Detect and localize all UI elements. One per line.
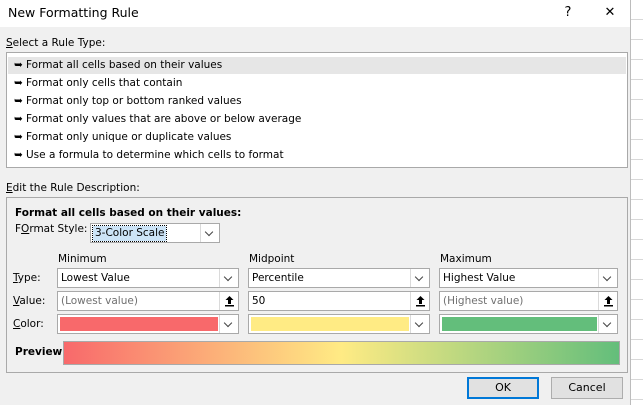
minimum-type-dropdown[interactable]: Lowest Value	[57, 268, 239, 288]
chevron-down-icon[interactable]	[598, 315, 617, 333]
collapse-dialog-icon[interactable]	[410, 292, 429, 310]
help-button[interactable]: ?	[557, 2, 579, 24]
maximum-color-picker[interactable]	[439, 314, 618, 334]
rule-description-label: Edit the Rule Description:	[6, 182, 140, 194]
ok-button[interactable]: OK	[467, 377, 539, 399]
close-button[interactable]: ✕	[599, 2, 621, 24]
chevron-down-icon[interactable]	[219, 269, 238, 287]
type-row-label: Type:	[13, 272, 41, 284]
chevron-down-icon[interactable]	[598, 269, 617, 287]
chevron-down-icon[interactable]	[200, 224, 219, 242]
color-scale-preview	[63, 341, 620, 365]
minimum-color-swatch	[60, 317, 218, 331]
arrow-right-icon: ➥	[14, 113, 23, 125]
value-row-label: Value:	[13, 295, 46, 307]
column-header-maximum: Maximum	[440, 253, 492, 265]
maximum-color-swatch	[442, 317, 597, 331]
rule-item-above-below-average[interactable]: ➥ Format only values that are above or be…	[8, 111, 626, 128]
midpoint-value: 50	[252, 295, 266, 307]
chevron-down-icon[interactable]	[219, 315, 238, 333]
preview-label: Preview:	[15, 346, 67, 358]
background-spreadsheet	[630, 0, 643, 405]
chevron-down-icon[interactable]	[410, 269, 429, 287]
maximum-value-field[interactable]: (Highest value)	[439, 291, 618, 311]
dialog-title: New Formatting Rule	[8, 5, 139, 20]
maximum-value-placeholder: (Highest value)	[443, 295, 524, 307]
minimum-value-field[interactable]: (Lowest value)	[57, 291, 239, 311]
collapse-dialog-icon[interactable]	[598, 292, 617, 310]
column-header-midpoint: Midpoint	[249, 253, 295, 265]
arrow-right-icon: ➥	[14, 149, 23, 161]
collapse-dialog-icon[interactable]	[219, 292, 238, 310]
midpoint-color-picker[interactable]	[248, 314, 430, 334]
midpoint-type-dropdown[interactable]: Percentile	[248, 268, 430, 288]
column-header-minimum: Minimum	[58, 253, 107, 265]
rule-item-all-cells[interactable]: ➥ Format all cells based on their values	[8, 57, 626, 74]
format-style-label: FOrmat Style:	[15, 223, 88, 235]
maximum-type-dropdown[interactable]: Highest Value	[439, 268, 618, 288]
format-style-value: 3-Color Scale	[91, 225, 168, 242]
arrow-right-icon: ➥	[14, 77, 23, 89]
midpoint-value-field[interactable]: 50	[248, 291, 430, 311]
color-row-label: Color:	[13, 318, 44, 330]
cancel-button[interactable]: Cancel	[551, 377, 623, 399]
format-style-dropdown[interactable]: 3-Color Scale	[90, 223, 220, 243]
rule-item-unique-duplicate[interactable]: ➥ Format only unique or duplicate values	[8, 129, 626, 146]
description-heading: Format all cells based on their values:	[15, 207, 242, 219]
title-bar: New Formatting Rule ? ✕	[0, 0, 630, 27]
midpoint-color-swatch	[251, 317, 409, 331]
new-formatting-rule-dialog: New Formatting Rule ? ✕ Select a Rule Ty…	[0, 0, 631, 405]
minimum-color-picker[interactable]	[57, 314, 239, 334]
rule-type-label: Select a Rule Type:	[6, 37, 106, 49]
rule-type-list[interactable]: ➥ Format all cells based on their values …	[6, 52, 628, 168]
rule-item-cells-contain[interactable]: ➥ Format only cells that contain	[8, 75, 626, 92]
arrow-right-icon: ➥	[14, 95, 23, 107]
rule-item-top-bottom[interactable]: ➥ Format only top or bottom ranked values	[8, 93, 626, 110]
rule-item-formula[interactable]: ➥ Use a formula to determine which cells …	[8, 147, 626, 164]
arrow-right-icon: ➥	[14, 59, 23, 71]
chevron-down-icon[interactable]	[410, 315, 429, 333]
arrow-right-icon: ➥	[14, 131, 23, 143]
minimum-value-placeholder: (Lowest value)	[61, 295, 138, 307]
